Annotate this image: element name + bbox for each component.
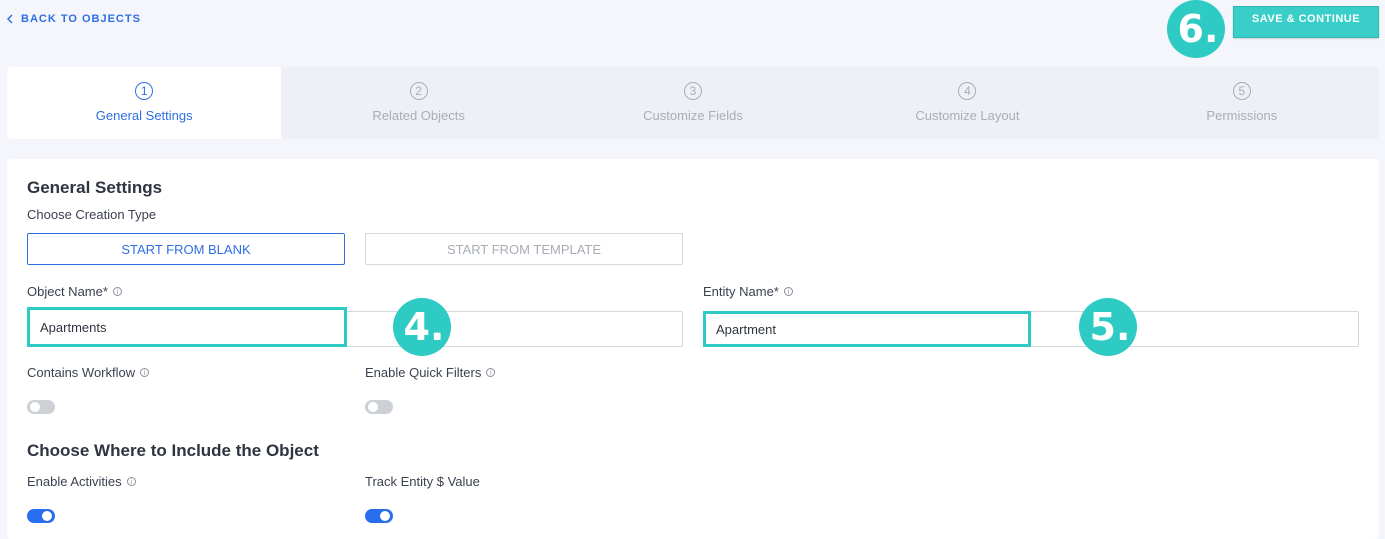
step-label: Related Objects (372, 108, 465, 123)
toggle-knob (380, 511, 390, 521)
track-entity-value-toggle[interactable] (365, 509, 393, 523)
quick-filters-label: Enable Quick Filters i (365, 365, 496, 380)
info-icon: i (140, 368, 150, 377)
contains-workflow-toggle[interactable] (27, 400, 55, 414)
step-label: Customize Fields (643, 108, 743, 123)
entity-name-label: Entity Name* i (703, 284, 793, 299)
back-to-objects-link[interactable]: BACK TO OBJECTS (7, 12, 141, 26)
back-link-label: BACK TO OBJECTS (21, 13, 141, 25)
toggle-knob (368, 402, 378, 412)
step-related-objects[interactable]: 2 Related Objects (281, 67, 555, 139)
chevron-left-icon (7, 14, 13, 24)
entity-name-text: Entity Name* (703, 284, 779, 299)
wizard-stepper: 1 General Settings 2 Related Objects 3 C… (7, 67, 1379, 139)
start-from-template-button[interactable]: START FROM TEMPLATE (365, 233, 683, 265)
step-label: Permissions (1206, 108, 1278, 123)
step-number: 1 (135, 82, 154, 100)
toggle-knob (30, 402, 40, 412)
step-customize-layout[interactable]: 4 Customize Layout (830, 67, 1104, 139)
quick-filters-toggle[interactable] (365, 400, 393, 414)
step-number: 2 (409, 82, 428, 100)
step-number: 4 (958, 82, 977, 100)
step-marker-6: 6. (1167, 0, 1225, 58)
creation-type-label: Choose Creation Type (27, 207, 156, 222)
object-name-text: Object Name* (27, 284, 108, 299)
creation-type-text: Choose Creation Type (27, 207, 157, 222)
enable-activities-text: Enable Activities (27, 474, 122, 489)
step-general-settings[interactable]: 1 General Settings (7, 67, 282, 139)
enable-activities-toggle[interactable] (27, 509, 55, 523)
object-name-input[interactable]: Apartments (27, 307, 347, 347)
entity-name-input[interactable]: Apartment (703, 311, 1031, 347)
info-icon: i (126, 477, 136, 486)
general-settings-title: General Settings (27, 178, 163, 197)
start-from-blank-button[interactable]: START FROM BLANK (27, 233, 345, 265)
step-label: Customize Layout (915, 108, 1020, 123)
contains-workflow-text: Contains Workflow (27, 365, 136, 380)
step-marker-5: 5. (1079, 298, 1137, 356)
toggle-knob (42, 511, 52, 521)
step-number: 5 (1232, 82, 1251, 100)
top-bar: BACK TO OBJECTS 6. SAVE & CONTINUE (0, 0, 1385, 60)
step-customize-fields[interactable]: 3 Customize Fields (556, 67, 830, 139)
settings-panel: General Settings Choose Creation Type ST… (7, 159, 1379, 539)
step-label: General Settings (95, 108, 193, 123)
step-marker-4: 4. (393, 298, 451, 356)
object-name-label: Object Name* i (27, 284, 122, 299)
step-number: 3 (684, 82, 703, 100)
enable-activities-label: Enable Activities i (27, 474, 136, 489)
info-icon: i (783, 287, 793, 296)
info-icon: i (486, 368, 496, 377)
track-entity-value-label: Track Entity $ Value (365, 474, 480, 489)
info-icon: i (112, 287, 122, 296)
step-permissions[interactable]: 5 Permissions (1105, 67, 1379, 139)
include-object-title: Choose Where to Include the Object (27, 441, 319, 460)
contains-workflow-label: Contains Workflow i (27, 365, 150, 380)
quick-filters-text: Enable Quick Filters (365, 365, 482, 380)
track-entity-value-text: Track Entity $ Value (365, 474, 480, 489)
save-continue-button[interactable]: SAVE & CONTINUE (1233, 6, 1379, 38)
